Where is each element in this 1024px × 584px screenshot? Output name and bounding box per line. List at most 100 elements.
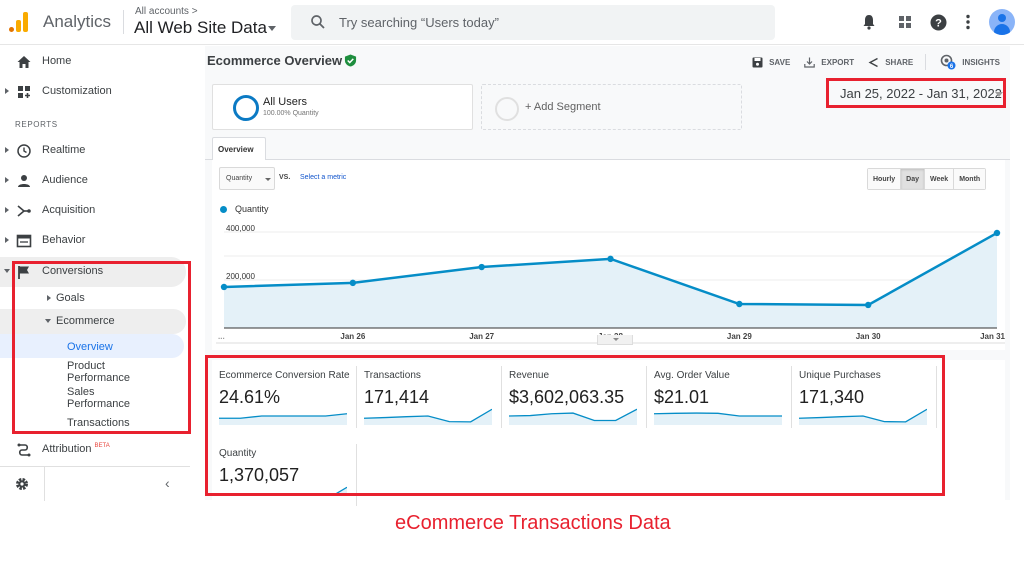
chart-data-point[interactable] [736,300,743,308]
actions-divider [925,54,927,70]
chart-data-point[interactable] [220,283,228,291]
add-segment-button[interactable]: + Add Segment [481,84,742,130]
search-input[interactable]: Try searching “Users today” [291,5,775,40]
date-range-picker[interactable]: Jan 25, 2022 - Jan 31, 2022 [836,83,1006,105]
expand-arrow-icon [5,147,9,153]
sparkline-area [337,487,347,493]
apps-icon[interactable] [895,12,915,32]
flag-icon [18,266,29,279]
metric-label: Unique Purchases [799,370,881,381]
tab-overview[interactable]: Overview [212,137,266,161]
annotation-caption: eCommerce Transactions Data [395,512,671,534]
segment-all-users[interactable]: All Users 100.00% Quantity [212,84,473,130]
insights-button[interactable]: 6 INSIGHTS [940,54,1000,70]
analytics-logo-icon[interactable] [9,10,31,32]
sidebar-item-attribution[interactable]: Attribution BETA [0,435,190,465]
sidebar-item-acquisition[interactable]: Acquisition [0,196,190,226]
metric-sparkline [799,408,927,425]
metric-divider [936,366,937,428]
metric-value: $3,602,063.35 [509,387,625,407]
property-selector[interactable]: All Web Site Data [134,18,267,38]
save-button[interactable]: SAVE [752,57,790,68]
sidebar-item-label: Audience [42,174,88,186]
beta-badge: BETA [94,443,110,449]
metric-label: Quantity [219,448,257,459]
chart-data-point[interactable] [478,263,485,271]
sidebar-item-product-performance[interactable]: Product Performance [67,360,130,384]
export-label: EXPORT [821,57,855,67]
metric-sparkline [219,413,347,425]
merge-icon [17,205,31,217]
svg-text:?: ? [935,17,942,29]
granularity-week-button[interactable]: Week [925,169,955,189]
home-icon [17,56,31,68]
sidebar-item-label: Goals [56,292,85,304]
sidebar-item-label: Product [67,360,105,372]
empty-segment-ring-icon [495,97,519,121]
share-button[interactable]: SHARE [868,57,913,68]
chart-data-point[interactable] [607,255,614,263]
granularity-day-button[interactable]: Day [901,169,926,189]
metric-card[interactable]: Revenue $3,602,063.35 [502,362,647,432]
collapse-sidebar-icon[interactable]: ‹ [165,475,170,491]
sidebar-footer: ‹ [0,466,190,501]
more-vert-icon[interactable] [958,12,978,32]
sidebar-item-overview-label[interactable]: Overview [67,341,113,353]
sidebar-item-label: Conversions [42,265,104,277]
sidebar-item-audience[interactable]: Audience [0,166,190,196]
sidebar-item-label: Acquisition [42,204,96,216]
metric-card[interactable]: Transactions 171,414 [357,362,502,432]
x-tick-label: Jan 29 [727,332,752,341]
sidebar-item-realtime[interactable]: Realtime [0,136,190,166]
date-range-text: Jan 25, 2022 - Jan 31, 2022 [840,86,1002,101]
help-icon[interactable]: ? [928,12,948,32]
chart-data-point[interactable] [993,229,1001,237]
export-icon [804,57,816,68]
segment-name: All Users [263,96,308,108]
gear-icon[interactable] [14,476,30,492]
export-button[interactable]: EXPORT [804,57,854,68]
share-icon [868,57,879,67]
date-range-underline [837,106,1001,107]
metric-card[interactable]: Avg. Order Value $21.01 [647,362,792,432]
chevron-down-icon[interactable] [268,26,276,31]
chart-panel: Quantity VS. Select a metric Hourly Day … [212,160,1005,350]
add-segment-label: + Add Segment [525,101,601,113]
sidebar-item-label: Home [42,55,72,67]
select-metric-link[interactable]: Select a metric [300,174,346,181]
sidebar-item-sales-performance[interactable]: Sales Performance [67,386,130,410]
x-tick-label: Jan 27 [469,332,494,341]
metric-dropdown[interactable]: Quantity [219,167,275,190]
save-icon [752,57,763,67]
tab-bar: Overview [205,135,1010,161]
notifications-icon[interactable] [859,12,879,32]
chart-expand-handle[interactable] [597,335,633,345]
granularity-hourly-button[interactable]: Hourly [868,169,902,189]
metric-value: 1,370,057 [219,465,300,485]
sidebar-item-conversions[interactable]: Conversions [0,257,186,287]
granularity-month-button[interactable]: Month [954,169,986,189]
sidebar-item-home[interactable]: Home [0,47,190,77]
sidebar-item-ecommerce[interactable]: Ecommerce [0,309,186,334]
legend-label[interactable]: Quantity [235,204,269,214]
metric-sparkline [364,408,492,425]
chart-data-point[interactable] [349,279,357,287]
expand-arrow-icon [5,177,9,183]
expand-arrow-icon [5,237,9,243]
y-tick-label: 400,000 [226,224,255,233]
sidebar-item-customization[interactable]: Customization [0,77,190,107]
x-tick-label: ... [218,332,225,341]
metric-card[interactable]: Unique Purchases 171,340 [792,362,937,432]
sidebar-item-behavior[interactable]: Behavior [0,226,190,256]
quantity-line-chart[interactable]: 200,000400,000...Jan 26Jan 27Jan 28Jan 2… [212,218,1005,348]
metric-label: Avg. Order Value [654,370,730,381]
account-breadcrumb[interactable]: All accounts > [135,6,198,17]
account-avatar[interactable] [989,9,1015,35]
sparkline-line [335,486,347,493]
sidebar-item-transactions[interactable]: Transactions [67,417,130,429]
sidebar-item-label: Realtime [42,144,86,156]
metric-card[interactable]: Quantity 1,370,057 [212,440,357,510]
chart-data-point[interactable] [864,301,872,309]
metric-card[interactable]: Ecommerce Conversion Rate 24.61% [212,362,357,432]
sidebar-item-label: Performance [67,398,130,410]
